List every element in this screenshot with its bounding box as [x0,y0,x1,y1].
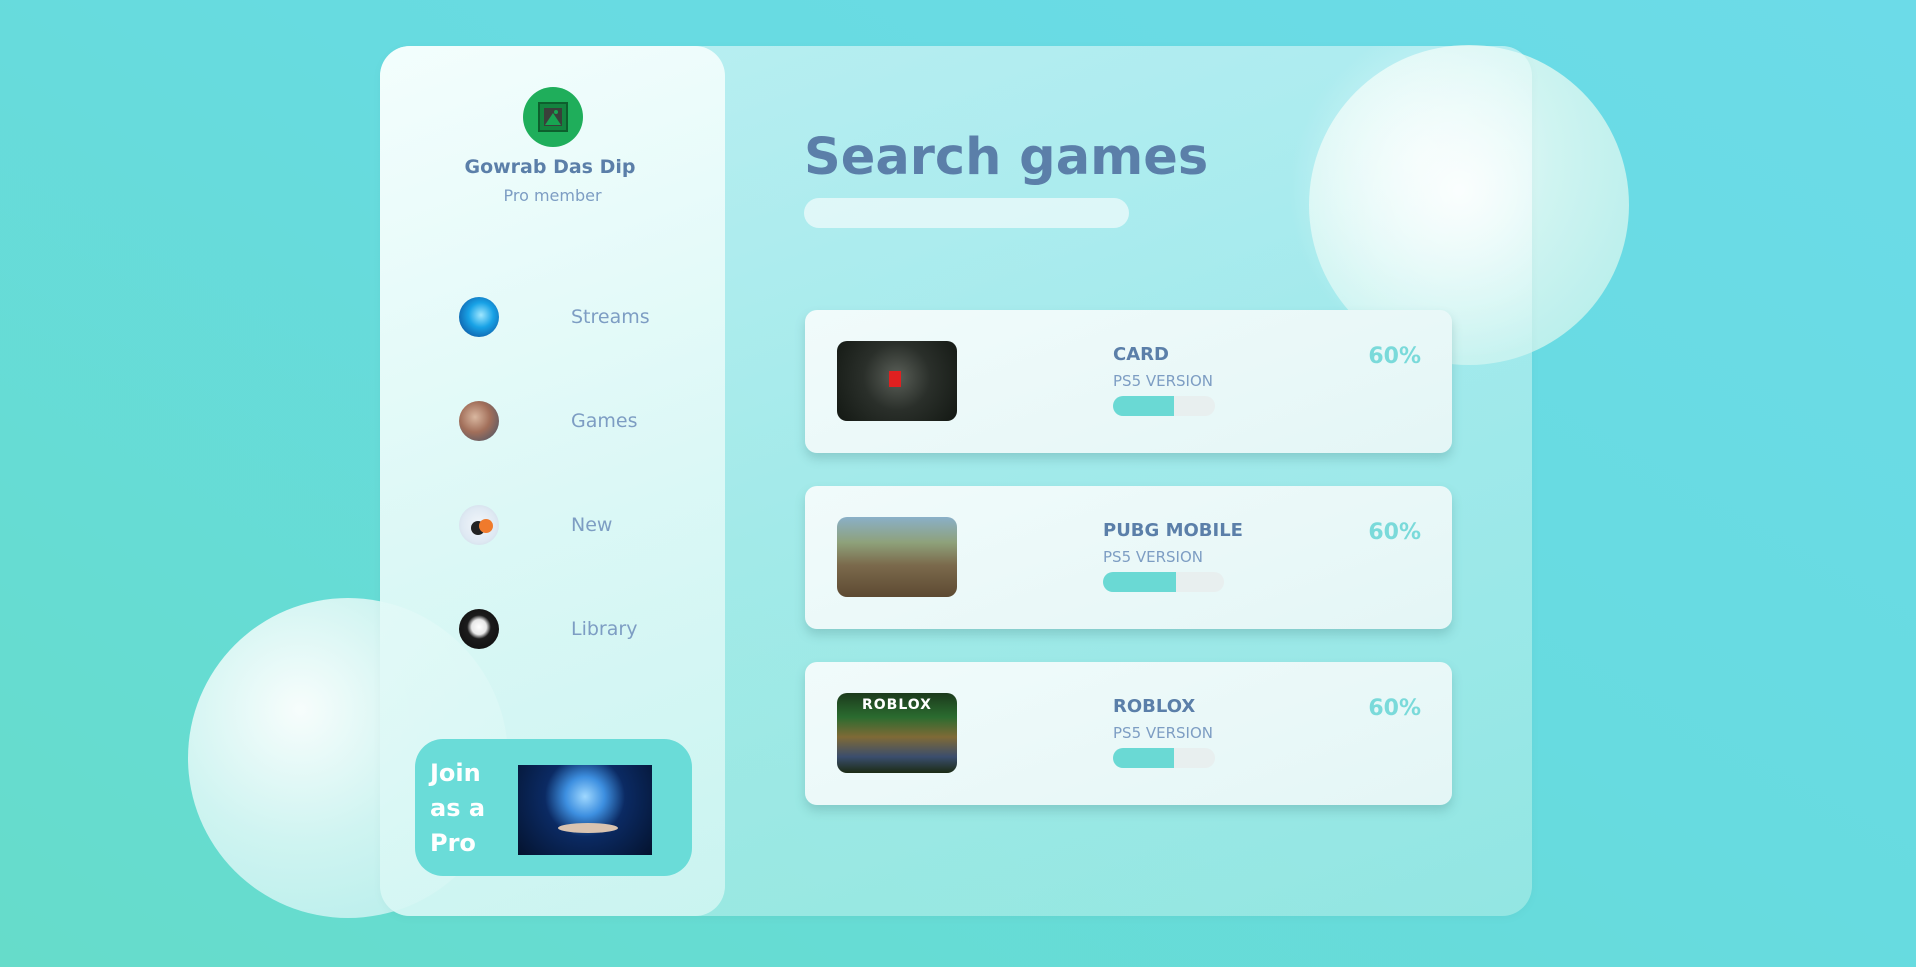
game-title: PUBG MOBILE [1103,520,1243,541]
game-percent: 60% [1368,520,1421,545]
search-input[interactable] [804,198,1129,228]
sidebar-item-label: Library [571,618,638,640]
pubg-thumbnail [837,517,957,597]
game-card-roblox[interactable]: ROBLOX ROBLOX PS5 VERSION 60% [805,662,1452,805]
game-card-card[interactable]: CARD PS5 VERSION 60% [805,310,1452,453]
roblox-thumbnail: ROBLOX [837,693,957,773]
streams-avatar-icon [459,297,499,337]
game-percent: 60% [1368,344,1421,369]
sidebar-item-label: Games [571,410,638,432]
game-info: ROBLOX PS5 VERSION [1113,696,1215,768]
sidebar-item-games[interactable]: Games [459,400,659,442]
new-avatar-icon [459,505,499,545]
game-title: CARD [1113,344,1169,365]
roblox-thumbnail-text: ROBLOX [862,697,932,713]
sidebar-item-library[interactable]: Library [459,608,659,650]
image-placeholder-icon [538,102,568,132]
sidebar-item-label: Streams [571,306,650,328]
games-avatar-icon [459,401,499,441]
library-avatar-icon [459,609,499,649]
sidebar-item-streams[interactable]: Streams [459,296,659,338]
game-percent: 60% [1368,696,1421,721]
progress-bar [1113,396,1215,416]
game-info: CARD PS5 VERSION [1113,344,1215,416]
game-version: PS5 VERSION [1113,724,1214,742]
game-version: PS5 VERSION [1113,372,1214,390]
profile-role: Pro member [503,186,602,205]
game-version: PS5 VERSION [1103,548,1204,566]
progress-fill [1113,396,1175,416]
page-title: Search games [804,128,1209,187]
brain-hologram-image [518,765,652,855]
profile-name: Gowrab Das Dip [464,156,636,178]
game-card-pubg-mobile[interactable]: PUBG MOBILE PS5 VERSION 60% [805,486,1452,629]
progress-fill [1113,748,1175,768]
card-thumbnail [837,341,957,421]
sidebar-item-label: New [571,514,613,536]
sidebar-item-new[interactable]: New [459,504,659,546]
progress-bar [1113,748,1215,768]
profile-avatar[interactable] [523,87,583,147]
progress-fill [1103,572,1176,592]
progress-bar [1103,572,1224,592]
game-title: ROBLOX [1113,696,1196,717]
join-pro-label: Join as a Pro [430,759,486,857]
game-info: PUBG MOBILE PS5 VERSION [1103,520,1243,592]
